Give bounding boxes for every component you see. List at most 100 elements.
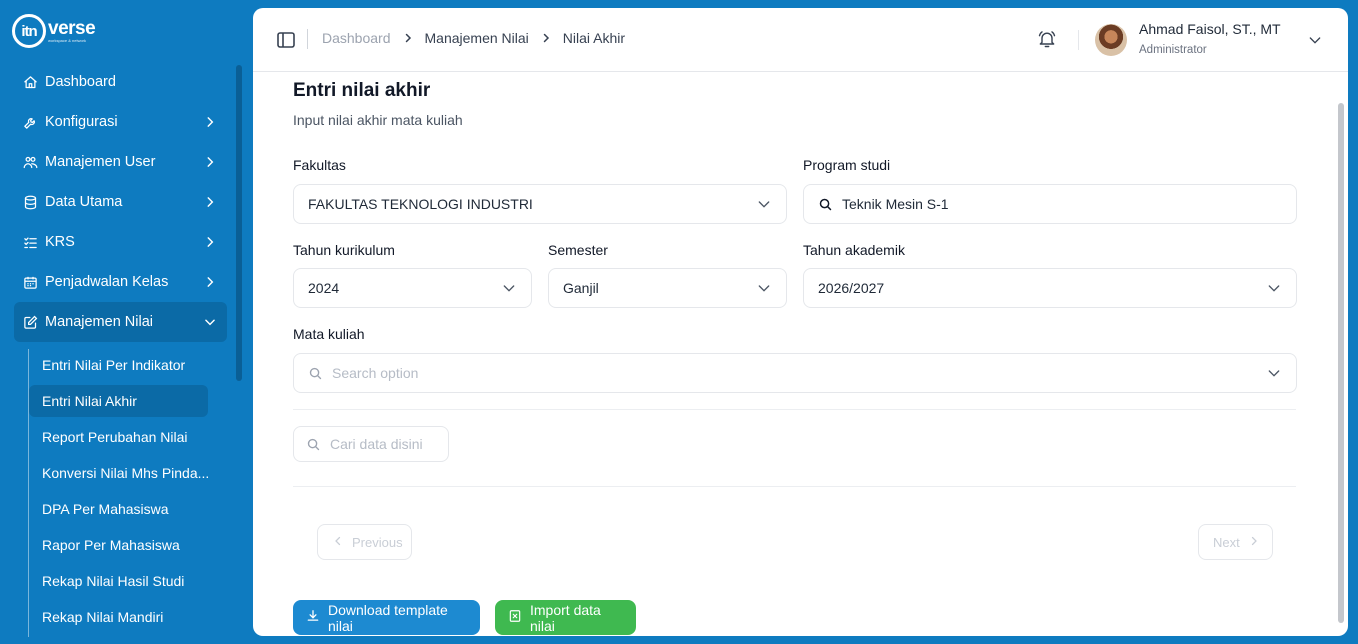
main-panel: Dashboard Manajemen Nilai Nilai Akhir Ah…	[253, 8, 1348, 636]
prodi-value: Teknik Mesin S-1	[842, 196, 949, 212]
sidebar-submenu-manajemen-nilai: Entri Nilai Per Indikator Entri Nilai Ak…	[28, 349, 228, 637]
search-icon	[306, 437, 321, 452]
sidebar-item-label: Manajemen Nilai	[45, 314, 153, 330]
submenu-konversi-nilai[interactable]: Konversi Nilai Mhs Pinda...	[29, 457, 208, 489]
breadcrumb-manajemen-nilai[interactable]: Manajemen Nilai	[425, 30, 529, 46]
breadcrumb: Dashboard Manajemen Nilai Nilai Akhir	[322, 30, 625, 46]
submenu-entri-nilai-per-indikator[interactable]: Entri Nilai Per Indikator	[29, 349, 208, 381]
user-role: Administrator	[1139, 44, 1207, 56]
prodi-combobox[interactable]: Teknik Mesin S-1	[803, 184, 1297, 224]
submenu-dpa-per-mahasiswa[interactable]: DPA Per Mahasiswa	[29, 493, 208, 525]
submenu-entri-nilai-akhir[interactable]: Entri Nilai Akhir	[29, 385, 208, 417]
list-check-icon	[22, 234, 38, 250]
divider	[307, 29, 308, 49]
calendar-icon	[22, 274, 38, 290]
previous-button[interactable]: Previous	[317, 524, 412, 560]
logo-tagline: workspace & network	[48, 38, 87, 43]
database-icon	[22, 194, 38, 210]
akademik-value: 2026/2027	[818, 280, 885, 296]
sidebar-item-manajemen-nilai[interactable]: Manajemen Nilai	[14, 302, 227, 342]
sidebar-item-label: Manajemen User	[45, 154, 156, 170]
kurikulum-select[interactable]: 2024	[293, 268, 532, 308]
logo-mark: itn	[12, 14, 46, 48]
sidebar-item-konfigurasi[interactable]: Konfigurasi	[14, 102, 227, 142]
chevron-right-icon	[203, 115, 217, 129]
sidebar-item-manajemen-user[interactable]: Manajemen User	[14, 142, 227, 182]
chevron-down-icon[interactable]	[1307, 32, 1323, 48]
wrench-icon	[22, 114, 38, 130]
fakultas-select[interactable]: FAKULTAS TEKNOLOGI INDUSTRI	[293, 184, 787, 224]
download-label: Download template nilai	[328, 601, 448, 634]
logo-word: verse	[48, 18, 96, 39]
kurikulum-value: 2024	[308, 280, 340, 296]
table-search-input[interactable]: Cari data disini	[293, 426, 449, 462]
sidebar-item-dashboard[interactable]: Dashboard	[14, 62, 227, 102]
submenu-rapor-per-mahasiswa[interactable]: Rapor Per Mahasiswa	[29, 529, 208, 561]
submenu-rekap-nilai-hasil-studi[interactable]: Rekap Nilai Hasil Studi	[29, 565, 208, 597]
page-subtitle: Input nilai akhir mata kuliah	[293, 112, 463, 128]
top-bar: Dashboard Manajemen Nilai Nilai Akhir Ah…	[253, 8, 1348, 72]
submenu-rekap-nilai-mandiri[interactable]: Rekap Nilai Mandiri	[29, 601, 208, 633]
prodi-label: Program studi	[803, 157, 891, 173]
chevron-down-icon	[756, 280, 772, 296]
semester-select[interactable]: Ganjil	[548, 268, 787, 308]
sidebar-item-penjadwalan-kelas[interactable]: Penjadwalan Kelas	[14, 262, 227, 302]
home-icon	[22, 74, 38, 90]
matakuliah-combobox[interactable]: Search option	[293, 353, 1297, 393]
breadcrumb-current: Nilai Akhir	[562, 30, 626, 46]
page-title: Entri nilai akhir	[293, 80, 431, 101]
chevron-down-icon	[203, 315, 217, 329]
previous-label: Previous	[352, 534, 403, 550]
avatar[interactable]	[1095, 24, 1127, 56]
breadcrumb-dashboard[interactable]: Dashboard	[322, 30, 391, 46]
search-icon	[818, 197, 833, 212]
chevron-down-icon	[1266, 280, 1282, 296]
chevron-right-icon	[399, 31, 417, 45]
chevron-right-icon	[537, 31, 555, 45]
semester-label: Semester	[548, 242, 608, 258]
chevron-right-icon	[203, 235, 217, 249]
divider	[293, 486, 1296, 487]
chevron-right-icon	[203, 195, 217, 209]
sidebar-item-label: Dashboard	[45, 74, 116, 90]
kurikulum-label: Tahun kurikulum	[293, 242, 395, 258]
user-name: Ahmad Faisol, ST., MT	[1139, 21, 1281, 37]
divider	[293, 409, 1296, 410]
sidebar-nav: Dashboard Konfigurasi Manajemen User Dat…	[14, 62, 227, 342]
fakultas-value: FAKULTAS TEKNOLOGI INDUSTRI	[308, 196, 533, 212]
chevron-right-icon	[1248, 535, 1260, 550]
edit-icon	[22, 314, 38, 330]
chevron-down-icon	[501, 280, 517, 296]
next-label: Next	[1213, 534, 1240, 550]
semester-value: Ganjil	[563, 280, 599, 296]
matakuliah-placeholder: Search option	[332, 365, 419, 381]
chevron-down-icon	[756, 196, 772, 212]
fakultas-label: Fakultas	[293, 157, 346, 173]
submenu-report-perubahan-nilai[interactable]: Report Perubahan Nilai	[29, 421, 208, 453]
download-template-button[interactable]: Download template nilai	[293, 600, 480, 635]
akademik-select[interactable]: 2026/2027	[803, 268, 1297, 308]
chevron-left-icon	[332, 535, 344, 550]
table-search-placeholder: Cari data disini	[330, 436, 423, 452]
import-data-button[interactable]: Import data nilai	[495, 600, 636, 635]
sidebar-item-krs[interactable]: KRS	[14, 222, 227, 262]
chevron-right-icon	[203, 155, 217, 169]
users-icon	[22, 154, 38, 170]
sidebar-item-label: Data Utama	[45, 194, 123, 210]
sidebar-item-label: Penjadwalan Kelas	[45, 274, 169, 290]
import-label: Import data nilai	[530, 601, 601, 634]
sidebar-scrollbar[interactable]	[236, 65, 242, 381]
brand-logo[interactable]: itn verse workspace & network	[12, 14, 96, 48]
sidebar-item-label: Konfigurasi	[45, 114, 118, 130]
sidebar-toggle-icon[interactable]	[277, 32, 295, 48]
next-button[interactable]: Next	[1198, 524, 1273, 560]
divider	[1078, 30, 1079, 50]
bell-icon[interactable]	[1037, 28, 1057, 50]
content-scrollbar[interactable]	[1338, 103, 1344, 623]
matakuliah-label: Mata kuliah	[293, 326, 365, 342]
sidebar-item-data-utama[interactable]: Data Utama	[14, 182, 227, 222]
chevron-right-icon	[203, 275, 217, 289]
akademik-label: Tahun akademik	[803, 242, 905, 258]
search-icon	[308, 366, 323, 381]
chevron-down-icon	[1266, 365, 1282, 381]
